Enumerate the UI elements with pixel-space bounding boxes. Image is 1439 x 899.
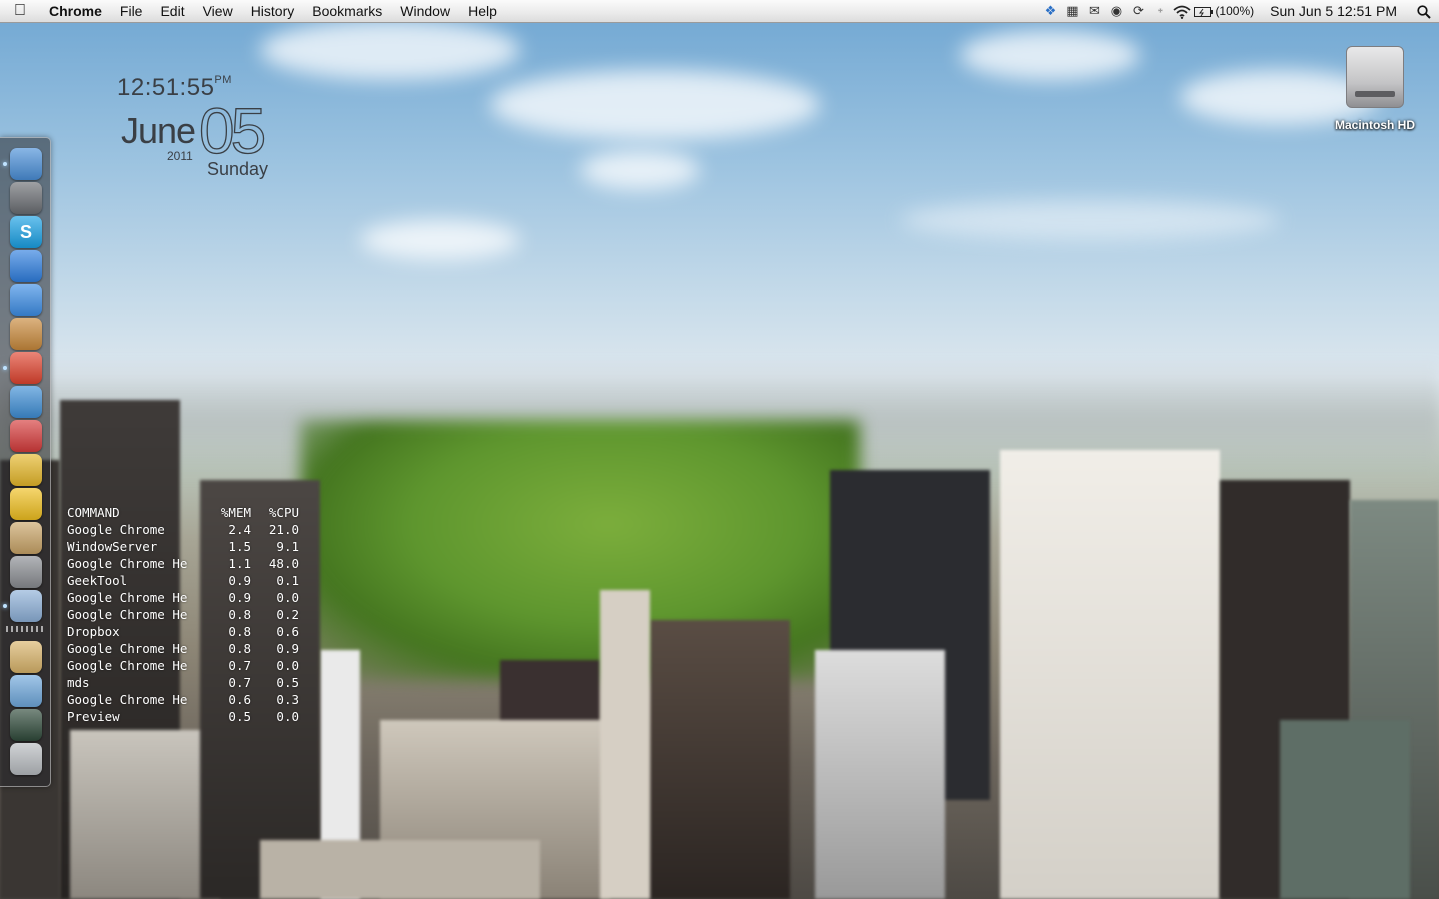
- menu-bookmarks[interactable]: Bookmarks: [303, 0, 391, 22]
- sync-icon[interactable]: ⟳: [1127, 0, 1149, 22]
- finder-icon[interactable]: [10, 148, 42, 180]
- trash-icon[interactable]: [10, 743, 42, 775]
- pinwheel-icon[interactable]: [10, 454, 42, 486]
- wifi-icon[interactable]: [1171, 0, 1193, 22]
- documents-folder-icon[interactable]: [10, 641, 42, 673]
- process-row: Google Chrome He 1.1 48.0: [67, 556, 299, 571]
- iphoto-icon[interactable]: [10, 318, 42, 350]
- safari-icon[interactable]: [10, 386, 42, 418]
- chrome-icon[interactable]: [10, 352, 42, 384]
- process-row: Google Chrome He 0.8 0.2: [67, 607, 299, 622]
- menu-clock[interactable]: Sun Jun 5 12:51 PM: [1260, 0, 1409, 22]
- menu-app-name[interactable]: Chrome: [40, 0, 111, 22]
- menu-edit[interactable]: Edit: [151, 0, 193, 22]
- process-row: Google Chrome He 0.9 0.0: [67, 590, 299, 605]
- menu-bar:  Chrome File Edit View History Bookmark…: [0, 0, 1439, 23]
- desktop[interactable]:  Chrome File Edit View History Bookmark…: [0, 0, 1439, 899]
- skype-icon[interactable]: S: [10, 216, 42, 248]
- process-row: GeekTool 0.9 0.1: [67, 573, 299, 588]
- dock-running-indicator: [3, 162, 7, 166]
- dock-running-indicator: [3, 366, 7, 370]
- itunes-icon[interactable]: [10, 284, 42, 316]
- facetime-icon[interactable]: [10, 182, 42, 214]
- clock-day: 05: [198, 94, 267, 167]
- desktop-icon-label[interactable]: Macintosh HD: [1328, 118, 1422, 132]
- process-row: WindowServer 1.5 9.1: [67, 539, 299, 554]
- menu-window[interactable]: Window: [391, 0, 459, 22]
- app-store-icon[interactable]: [10, 250, 42, 282]
- applications-folder-icon[interactable]: [10, 675, 42, 707]
- battery-percent[interactable]: (100%): [1215, 0, 1260, 22]
- activity-monitor-icon[interactable]: [10, 709, 42, 741]
- process-row: Google Chrome He 0.6 0.3: [67, 692, 299, 707]
- process-row: Google Chrome He 0.8 0.9: [67, 641, 299, 656]
- mail-icon[interactable]: ✉: [1083, 0, 1105, 22]
- dock-running-indicator: [3, 604, 7, 608]
- preview-icon[interactable]: [10, 590, 42, 622]
- process-row: Google Chrome 2.4 21.0: [67, 522, 299, 537]
- dock: S: [0, 137, 51, 787]
- calendar-icon[interactable]: ▦: [1061, 0, 1083, 22]
- desktop-icon-macintosh-hd[interactable]: Macintosh HD: [1328, 46, 1422, 132]
- apple-icon[interactable]: : [0, 2, 40, 20]
- process-row: Dropbox 0.8 0.6: [67, 624, 299, 639]
- dropbox-icon[interactable]: ❖: [1039, 0, 1061, 22]
- dock-separator: [6, 626, 46, 632]
- system-preferences-icon[interactable]: [10, 556, 42, 588]
- bluetooth-icon[interactable]: ᛭: [1149, 0, 1171, 22]
- address-book-icon[interactable]: [10, 522, 42, 554]
- hard-drive-icon[interactable]: [1346, 46, 1404, 108]
- menu-view[interactable]: View: [194, 0, 242, 22]
- clock-ampm: PM: [214, 74, 232, 86]
- process-row: mds 0.7 0.5: [67, 675, 299, 690]
- clock-year: 2011: [167, 149, 193, 163]
- battery-icon[interactable]: [1193, 0, 1215, 22]
- eye-icon[interactable]: ◉: [1105, 0, 1127, 22]
- process-list: COMMAND %MEM %CPU Google Chrome 2.4 21.0 Wi…: [67, 504, 299, 725]
- menu-history[interactable]: History: [242, 0, 304, 22]
- photo-booth-icon[interactable]: [10, 420, 42, 452]
- cyberduck-icon[interactable]: [10, 488, 42, 520]
- spotlight-search-icon[interactable]: [1409, 0, 1439, 22]
- process-row: Preview 0.5 0.0: [67, 709, 299, 724]
- clock-month: June: [121, 110, 196, 151]
- clock-weekday: Sunday: [207, 159, 269, 179]
- menu-file[interactable]: File: [111, 0, 152, 22]
- process-row: Google Chrome He 0.7 0.0: [67, 658, 299, 673]
- menu-help[interactable]: Help: [459, 0, 506, 22]
- process-header: COMMAND %MEM %CPU: [67, 505, 299, 520]
